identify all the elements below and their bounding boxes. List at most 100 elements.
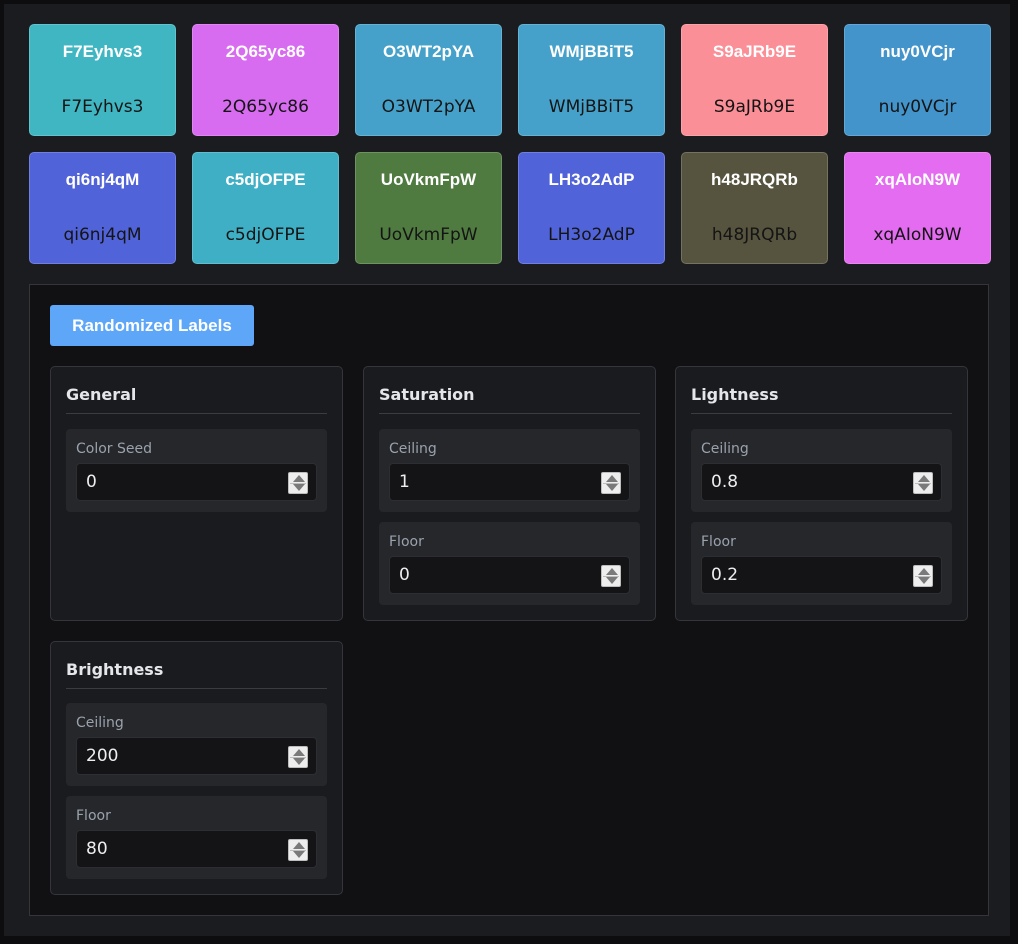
color-swatch: O3WT2pYA O3WT2pYA [355,24,502,136]
saturation-ceiling-input[interactable]: 1 [389,463,630,501]
group-title: Lightness [691,385,779,404]
input-value: 200 [86,746,119,766]
swatch-label-bottom: O3WT2pYA [381,97,476,117]
spinner-arrows-icon[interactable] [288,839,308,861]
group-saturation: Saturation Ceiling 1 Floor 0 [363,366,656,621]
spinner-arrows-icon[interactable] [601,565,621,587]
input-value: 0 [399,565,410,585]
swatch-label-top: 2Q65yc86 [225,42,306,61]
field-label: Ceiling [76,715,124,731]
input-value: 0.2 [711,565,739,585]
color-swatch: S9aJRb9E S9aJRb9E [681,24,828,136]
spinner-up-icon[interactable] [918,568,930,575]
spinner-up-icon[interactable] [606,568,618,575]
group-title: Brightness [66,660,164,679]
spinner-down-icon[interactable] [293,851,305,858]
input-value: 1 [399,472,410,492]
swatch-label-bottom: xqAIoN9W [873,225,962,245]
color-swatch: UoVkmFpW UoVkmFpW [355,152,502,264]
lightness-ceiling-input[interactable]: 0.8 [701,463,942,501]
app-frame: F7Eyhvs3 F7Eyhvs3 2Q65yc86 2Q65yc86 O3WT2p… [4,4,1010,936]
swatch-label-bottom: LH3o2AdP [548,225,635,245]
color-swatch: xqAIoN9W xqAIoN9W [844,152,991,264]
swatch-grid: F7Eyhvs3 F7Eyhvs3 2Q65yc86 2Q65yc86 O3WT2p… [29,24,991,264]
swatch-label-bottom: 2Q65yc86 [222,97,309,117]
divider [691,413,952,414]
randomized-labels-button[interactable]: Randomized Labels [50,305,254,346]
swatch-label-top: nuy0VCjr [880,42,955,61]
swatch-label-bottom: qi6nj4qM [63,225,142,245]
swatch-label-top: xqAIoN9W [875,170,960,189]
field-brightness-ceiling: Ceiling 200 [66,703,327,786]
input-value: 0 [86,472,97,492]
spinner-up-icon[interactable] [918,475,930,482]
spinner-arrows-icon[interactable] [913,565,933,587]
spinner-down-icon[interactable] [918,484,930,491]
field-saturation-ceiling: Ceiling 1 [379,429,640,512]
swatch-label-top: S9aJRb9E [712,42,797,61]
input-value: 80 [86,839,108,859]
swatch-label-top: F7Eyhvs3 [62,42,143,61]
field-label: Floor [701,534,736,550]
settings-panel: Randomized Labels General Color Seed 0 S… [29,284,989,916]
color-swatch: c5djOFPE c5djOFPE [192,152,339,264]
color-swatch: WMjBBiT5 WMjBBiT5 [518,24,665,136]
field-color-seed: Color Seed 0 [66,429,327,512]
field-brightness-floor: Floor 80 [66,796,327,879]
field-label: Color Seed [76,441,153,457]
field-label: Floor [389,534,424,550]
group-title: General [66,385,137,404]
input-value: 0.8 [711,472,739,492]
brightness-ceiling-input[interactable]: 200 [76,737,317,775]
lightness-floor-input[interactable]: 0.2 [701,556,942,594]
field-saturation-floor: Floor 0 [379,522,640,605]
swatch-label-bottom: WMjBBiT5 [548,97,635,117]
color-swatch: h48JRQRb h48JRQRb [681,152,828,264]
color-swatch: F7Eyhvs3 F7Eyhvs3 [29,24,176,136]
color-swatch: qi6nj4qM qi6nj4qM [29,152,176,264]
divider [66,688,327,689]
color-swatch: nuy0VCjr nuy0VCjr [844,24,991,136]
swatch-label-top: h48JRQRb [711,170,798,189]
field-label: Ceiling [389,441,437,457]
swatch-label-bottom: S9aJRb9E [713,97,796,117]
divider [66,413,327,414]
spinner-down-icon[interactable] [918,577,930,584]
swatch-label-bottom: c5djOFPE [225,225,306,245]
spinner-down-icon[interactable] [606,577,618,584]
color-swatch: LH3o2AdP LH3o2AdP [518,152,665,264]
field-lightness-ceiling: Ceiling 0.8 [691,429,952,512]
color-swatch: 2Q65yc86 2Q65yc86 [192,24,339,136]
group-lightness: Lightness Ceiling 0.8 Floor 0.2 [675,366,968,621]
field-label: Ceiling [701,441,749,457]
spinner-arrows-icon[interactable] [288,746,308,768]
saturation-floor-input[interactable]: 0 [389,556,630,594]
swatch-label-top: c5djOFPE [225,170,306,189]
field-lightness-floor: Floor 0.2 [691,522,952,605]
swatch-label-top: LH3o2AdP [548,170,635,189]
spinner-down-icon[interactable] [293,758,305,765]
spinner-arrows-icon[interactable] [288,472,308,494]
swatch-label-top: UoVkmFpW [380,170,477,189]
swatch-label-bottom: nuy0VCjr [878,97,957,117]
spinner-up-icon[interactable] [293,749,305,756]
swatch-label-bottom: F7Eyhvs3 [61,97,144,117]
spinner-arrows-icon[interactable] [601,472,621,494]
spinner-up-icon[interactable] [293,842,305,849]
group-title: Saturation [379,385,475,404]
swatch-label-top: WMjBBiT5 [549,42,634,61]
spinner-arrows-icon[interactable] [913,472,933,494]
spinner-down-icon[interactable] [606,484,618,491]
spinner-up-icon[interactable] [606,475,618,482]
field-label: Floor [76,808,111,824]
group-brightness: Brightness Ceiling 200 Floor 80 [50,641,343,895]
divider [379,413,640,414]
brightness-floor-input[interactable]: 80 [76,830,317,868]
swatch-label-top: qi6nj4qM [65,170,140,189]
color-seed-input[interactable]: 0 [76,463,317,501]
swatch-label-bottom: UoVkmFpW [379,225,478,245]
swatch-label-bottom: h48JRQRb [711,225,798,245]
group-general: General Color Seed 0 [50,366,343,621]
spinner-down-icon[interactable] [293,484,305,491]
spinner-up-icon[interactable] [293,475,305,482]
